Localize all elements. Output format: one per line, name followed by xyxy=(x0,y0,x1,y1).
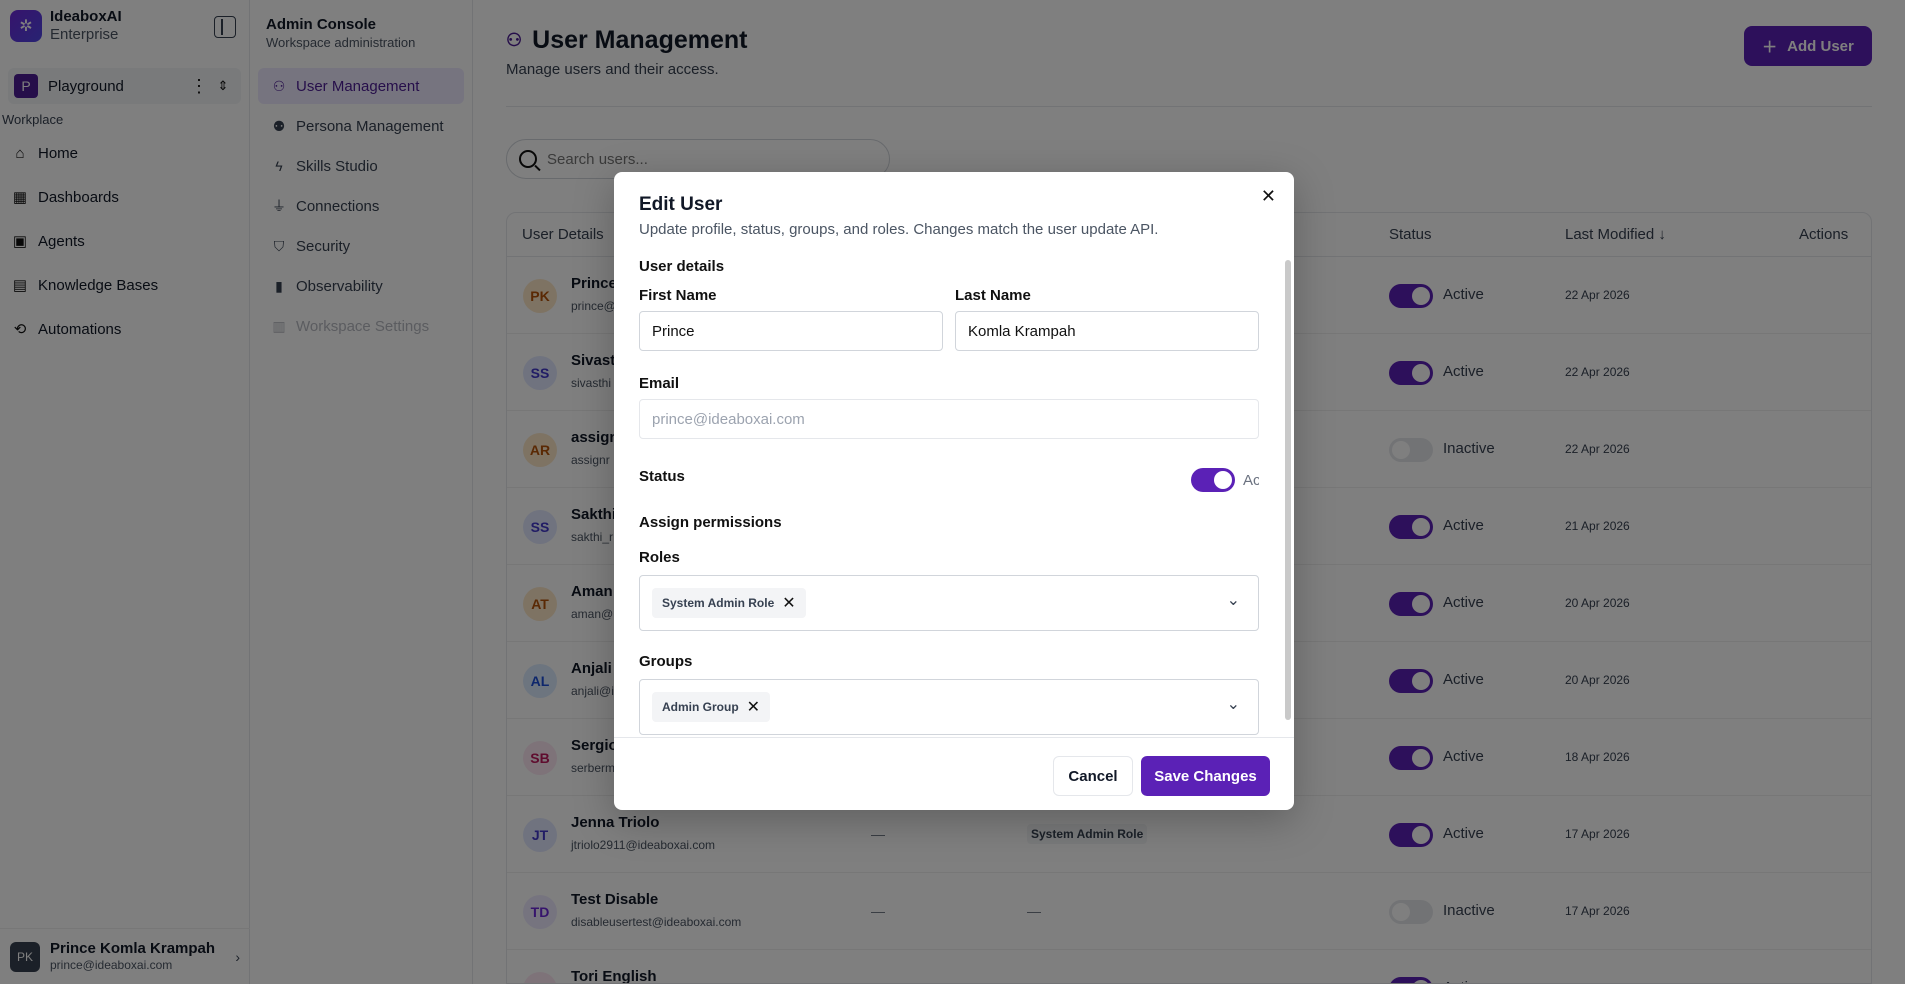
groups-select[interactable]: Admin Group ✕ ⌄ xyxy=(639,679,1259,735)
email-label: Email xyxy=(639,375,680,392)
first-name-label: First Name xyxy=(639,287,717,304)
status-label: Status xyxy=(639,468,685,485)
dialog-subtitle: Update profile, status, groups, and role… xyxy=(639,221,1159,238)
edit-user-dialog: ✕ Edit User Update profile, status, grou… xyxy=(614,172,1294,810)
last-name-label: Last Name xyxy=(955,287,1031,304)
permissions-heading: Assign permissions xyxy=(639,514,782,531)
dialog-title: Edit User xyxy=(639,194,723,215)
group-chip-label: Admin Group xyxy=(662,700,739,714)
role-chip-label: System Admin Role xyxy=(662,596,775,610)
user-details-heading: User details xyxy=(639,258,725,275)
dialog-body: User details First Name Last Name Email … xyxy=(639,256,1259,738)
chevron-down-icon[interactable]: ⌄ xyxy=(1227,590,1240,610)
email-field xyxy=(639,399,1259,439)
roles-select[interactable]: System Admin Role ✕ ⌄ xyxy=(639,575,1259,631)
status-value: Active xyxy=(1243,472,1259,489)
chevron-down-icon[interactable]: ⌄ xyxy=(1227,694,1240,714)
remove-icon[interactable]: ✕ xyxy=(782,593,795,613)
dialog-footer: Cancel Save Changes xyxy=(614,737,1294,810)
cancel-button[interactable]: Cancel xyxy=(1053,756,1133,796)
roles-label: Roles xyxy=(639,549,680,566)
last-name-field[interactable] xyxy=(955,311,1259,351)
save-changes-button[interactable]: Save Changes xyxy=(1141,756,1270,796)
dialog-scrollbar[interactable] xyxy=(1285,260,1291,720)
group-chip: Admin Group ✕ xyxy=(652,692,771,722)
role-chip: System Admin Role ✕ xyxy=(652,588,806,618)
status-toggle[interactable] xyxy=(1191,468,1235,492)
first-name-field[interactable] xyxy=(639,311,943,351)
groups-label: Groups xyxy=(639,653,693,670)
remove-icon[interactable]: ✕ xyxy=(747,697,760,717)
close-icon[interactable]: ✕ xyxy=(1261,186,1276,207)
